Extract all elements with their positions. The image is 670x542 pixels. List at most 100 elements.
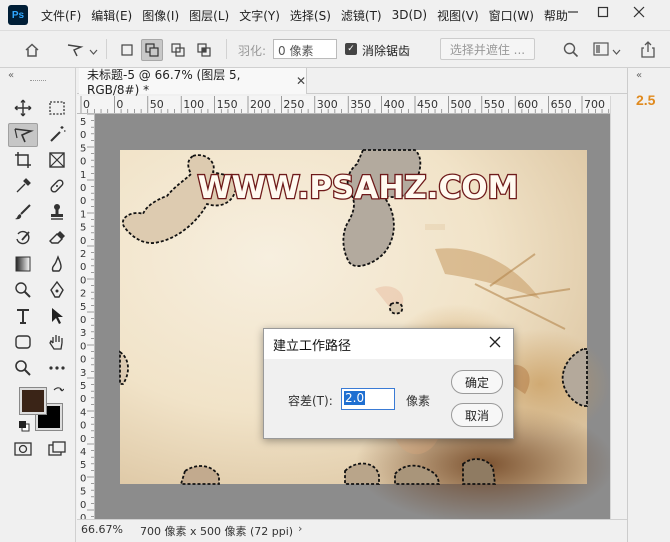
magic-wand-tool[interactable] — [46, 123, 68, 145]
zoom-level[interactable]: 66.67% — [81, 523, 123, 536]
chevron-right-icon[interactable]: › — [298, 522, 302, 535]
add-to-selection-button[interactable] — [141, 39, 163, 61]
rectangle-shape-icon — [15, 335, 31, 349]
menu-3d[interactable]: 3D(D) — [387, 8, 432, 22]
menu-window[interactable]: 窗口(W) — [484, 7, 539, 24]
menu-layer[interactable]: 图层(L) — [184, 7, 234, 24]
feather-input[interactable]: 0 像素 — [273, 39, 337, 59]
brush-tool[interactable] — [12, 201, 34, 223]
menu-type[interactable]: 文字(Y) — [234, 7, 285, 24]
dialog-title: 建立工作路径 — [273, 338, 352, 354]
history-brush-tool[interactable] — [12, 227, 34, 249]
frame-tool[interactable] — [46, 149, 68, 171]
select-and-mask-button[interactable]: 选择并遮住 ... — [440, 38, 535, 60]
screen-mode-button[interactable] — [46, 438, 68, 460]
vertical-scrollbar[interactable] — [610, 96, 627, 519]
antialias-label: 消除锯齿 — [362, 44, 411, 58]
swap-colors-icon[interactable] — [52, 386, 65, 401]
panel-value-badge[interactable]: 2.5 — [636, 92, 655, 108]
gradient-tool[interactable] — [12, 253, 34, 275]
eraser-tool[interactable] — [46, 227, 68, 249]
intersect-selection-button[interactable] — [193, 39, 215, 61]
collapse-icon[interactable]: « — [636, 70, 642, 81]
menu-view[interactable]: 视图(V) — [432, 7, 484, 24]
lasso-tool-preset[interactable] — [64, 39, 86, 61]
ruler-label: 4 — [80, 407, 86, 418]
collapse-icon[interactable]: « — [8, 70, 14, 81]
chevron-down-icon[interactable] — [89, 45, 98, 59]
clone-stamp-icon — [51, 204, 63, 220]
vertical-ruler[interactable]: 5050100150200250300350400450500 — [77, 114, 95, 519]
home-button[interactable] — [21, 39, 43, 61]
ruler-label: 0 — [80, 394, 86, 405]
ruler-label: 350 — [350, 98, 371, 111]
marquee-tool[interactable] — [46, 97, 68, 119]
menu-select[interactable]: 选择(S) — [285, 7, 336, 24]
frame-icon — [49, 152, 65, 168]
document-tab[interactable]: 未标题-5 @ 66.7% (图层 5, RGB/8#) * ✕ — [79, 68, 307, 97]
ok-button[interactable]: 确定 — [451, 370, 503, 394]
search-icon[interactable] — [563, 42, 579, 61]
home-icon — [25, 43, 39, 57]
path-selection-tool[interactable] — [46, 305, 68, 327]
menu-image[interactable]: 图像(I) — [137, 7, 184, 24]
workspace-icon[interactable] — [593, 42, 609, 59]
lasso-tool[interactable] — [8, 123, 38, 147]
subtract-selection-button[interactable] — [167, 39, 189, 61]
hand-tool[interactable] — [46, 331, 68, 353]
document-size: 700 像素 x 500 像素 (72 ppi) — [140, 525, 294, 538]
new-selection-button[interactable] — [116, 39, 138, 61]
divider — [106, 39, 107, 59]
maximize-button[interactable] — [588, 0, 618, 24]
menu-filter[interactable]: 滤镜(T) — [336, 7, 387, 24]
close-tab-icon[interactable]: ✕ — [296, 74, 306, 88]
ruler-label: 0 — [80, 130, 86, 141]
ellipsis-icon — [49, 366, 65, 370]
dialog-close-button[interactable] — [487, 335, 503, 351]
ruler-label: 0 — [80, 473, 86, 484]
crop-tool[interactable] — [12, 149, 34, 171]
move-tool[interactable] — [12, 97, 34, 119]
foreground-color-swatch[interactable] — [19, 387, 47, 415]
blur-tool[interactable] — [46, 253, 68, 275]
ruler-label: 600 — [517, 98, 538, 111]
ruler-label: 0 — [80, 434, 86, 445]
type-tool[interactable] — [12, 305, 34, 327]
cancel-button[interactable]: 取消 — [451, 403, 503, 427]
minimize-button[interactable] — [558, 0, 588, 24]
panel-grip[interactable] — [30, 80, 46, 83]
ruler-label: 0 — [80, 183, 86, 194]
zoom-tool[interactable] — [12, 357, 34, 379]
close-window-button[interactable] — [624, 0, 654, 24]
tolerance-unit: 像素 — [406, 394, 431, 408]
ruler-label: 300 — [317, 98, 338, 111]
new-selection-icon — [121, 44, 133, 56]
canvas-area[interactable]: WWW.PSAHZ.COM — [95, 114, 610, 519]
eyedropper-tool[interactable] — [12, 175, 34, 197]
ruler-label: 650 — [551, 98, 572, 111]
tolerance-input[interactable]: 2.0 — [341, 388, 395, 410]
pen-tool[interactable] — [46, 279, 68, 301]
dodge-tool[interactable] — [12, 279, 34, 301]
tools-panel: « — [0, 68, 76, 542]
ruler-label: 5 — [80, 117, 86, 128]
antialias-checkbox[interactable]: ✓ — [345, 43, 357, 55]
menu-edit[interactable]: 编辑(E) — [86, 7, 137, 24]
ruler-label: 200 — [250, 98, 271, 111]
quick-mask-button[interactable] — [12, 438, 34, 460]
stamp-tool[interactable] — [46, 201, 68, 223]
chevron-down-icon[interactable] — [612, 45, 621, 59]
default-colors-icon[interactable] — [18, 420, 30, 435]
ruler-label: 150 — [217, 98, 238, 111]
ruler-label: 5 — [80, 487, 86, 498]
shape-tool[interactable] — [12, 331, 34, 353]
healing-brush-tool[interactable] — [46, 175, 68, 197]
document-canvas[interactable]: WWW.PSAHZ.COM — [95, 114, 610, 519]
share-icon[interactable] — [640, 41, 656, 61]
eyedropper-icon — [16, 178, 31, 193]
more-tools[interactable] — [46, 357, 68, 379]
ruler-label: 0 — [80, 275, 86, 286]
quick-mask-icon — [14, 442, 32, 456]
horizontal-ruler[interactable]: 0 0 50 100 150 200 250 300 350 400 450 500 550 600 650… — [77, 96, 610, 114]
menu-file[interactable]: 文件(F) — [36, 7, 86, 24]
